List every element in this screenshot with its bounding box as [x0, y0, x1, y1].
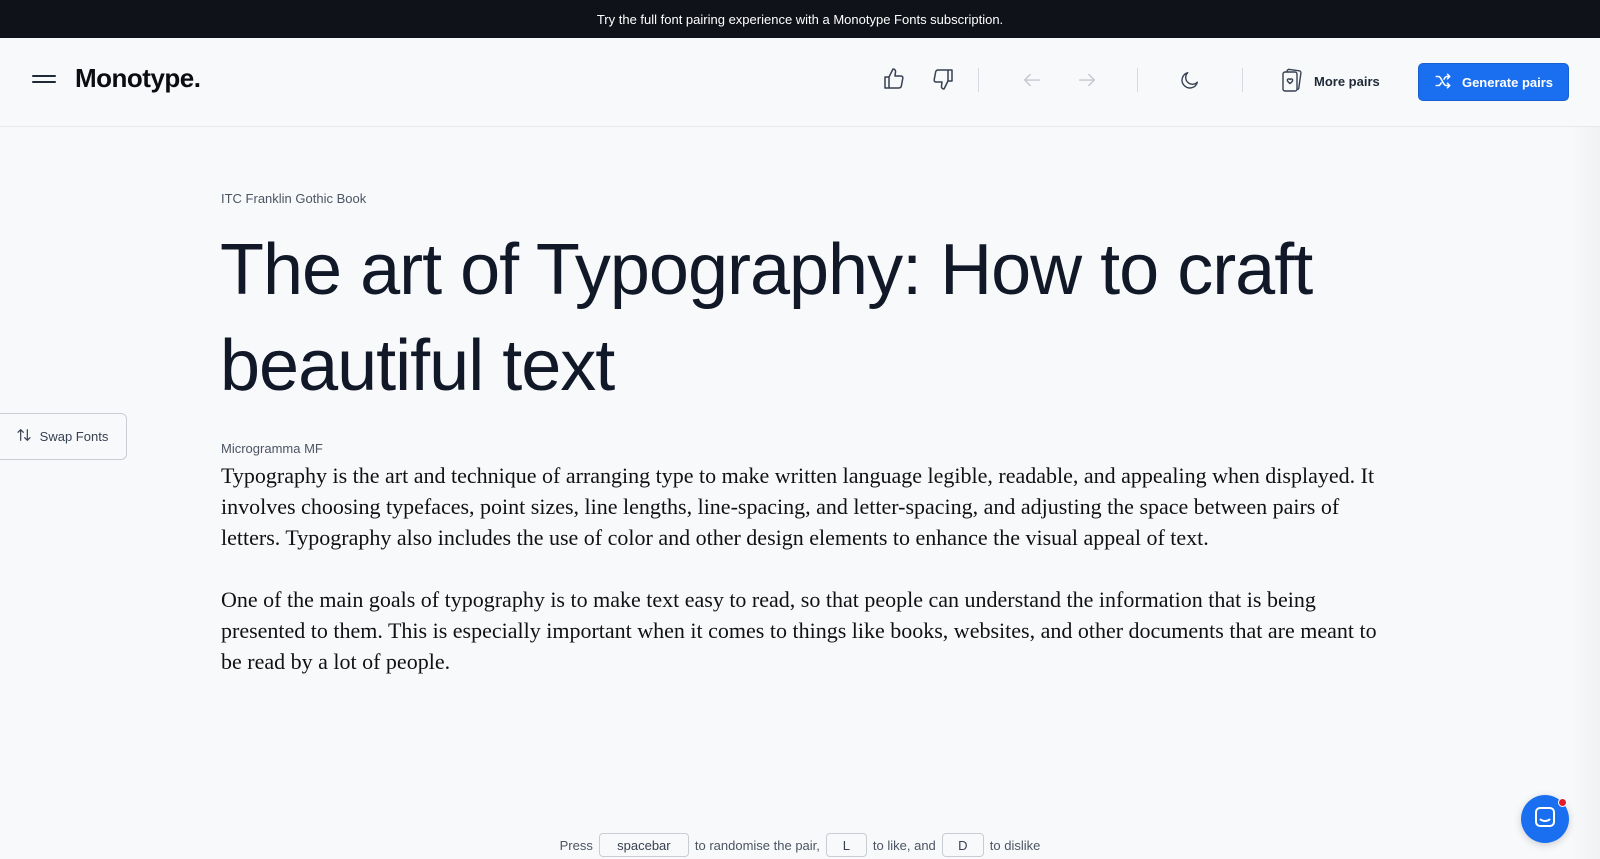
arrow-right-icon[interactable]	[1071, 64, 1103, 96]
generate-pairs-label: Generate pairs	[1461, 74, 1554, 90]
body-paragraph: One of the main goals of typography is t…	[221, 587, 1377, 674]
chat-launcher-button[interactable]	[1521, 795, 1569, 843]
promo-banner-text: Try the full font pairing experience wit…	[596, 11, 1004, 27]
notification-dot	[1558, 798, 1567, 807]
arrow-left-icon[interactable]	[1016, 64, 1048, 96]
heading-font-name: ITC Franklin Gothic Book	[221, 191, 367, 206]
body-font-name: Microgramma MF	[221, 441, 323, 456]
hint-text: to like, and	[872, 837, 936, 853]
dislike-key: D	[941, 833, 984, 857]
swap-arrows-icon	[16, 427, 32, 446]
cards-icon	[1280, 67, 1304, 96]
monotype-logo[interactable]: Monotype.	[75, 63, 201, 94]
hint-text: Press	[559, 837, 593, 853]
swap-fonts-button[interactable]: Swap Fonts	[0, 413, 127, 460]
header-divider	[1137, 68, 1138, 92]
generate-pairs-button[interactable]: Generate pairs	[1418, 63, 1569, 101]
promo-banner: Try the full font pairing experience wit…	[0, 0, 1600, 38]
more-pairs-label: More pairs	[1314, 73, 1380, 89]
like-key: L	[825, 833, 867, 857]
header-divider	[1242, 68, 1243, 92]
sample-body-text: Typography is the art and technique of a…	[221, 460, 1381, 708]
body-paragraph: Typography is the art and technique of a…	[221, 463, 1375, 550]
top-header: Monotype. More pairs Generate pairs	[0, 38, 1600, 127]
header-divider	[978, 68, 979, 92]
hint-text: to randomise the pair,	[694, 837, 820, 853]
swap-fonts-label: Swap Fonts	[39, 429, 109, 444]
thumbs-down-icon[interactable]	[927, 63, 959, 95]
thumbs-up-icon[interactable]	[878, 63, 910, 95]
scroll-edge-shade	[1570, 127, 1600, 859]
shuffle-icon	[1434, 72, 1452, 93]
hint-text: to dislike	[989, 837, 1041, 853]
spacebar-key: spacebar	[598, 833, 689, 857]
keyboard-shortcut-hint: Press spacebar to randomise the pair, L …	[0, 833, 1600, 857]
hamburger-menu-icon[interactable]	[32, 75, 56, 85]
moon-icon[interactable]	[1174, 64, 1206, 96]
more-pairs-button[interactable]: More pairs	[1280, 66, 1380, 96]
sample-headline: The art of Typography: How to craft beau…	[220, 230, 1313, 406]
chat-icon	[1533, 805, 1557, 834]
